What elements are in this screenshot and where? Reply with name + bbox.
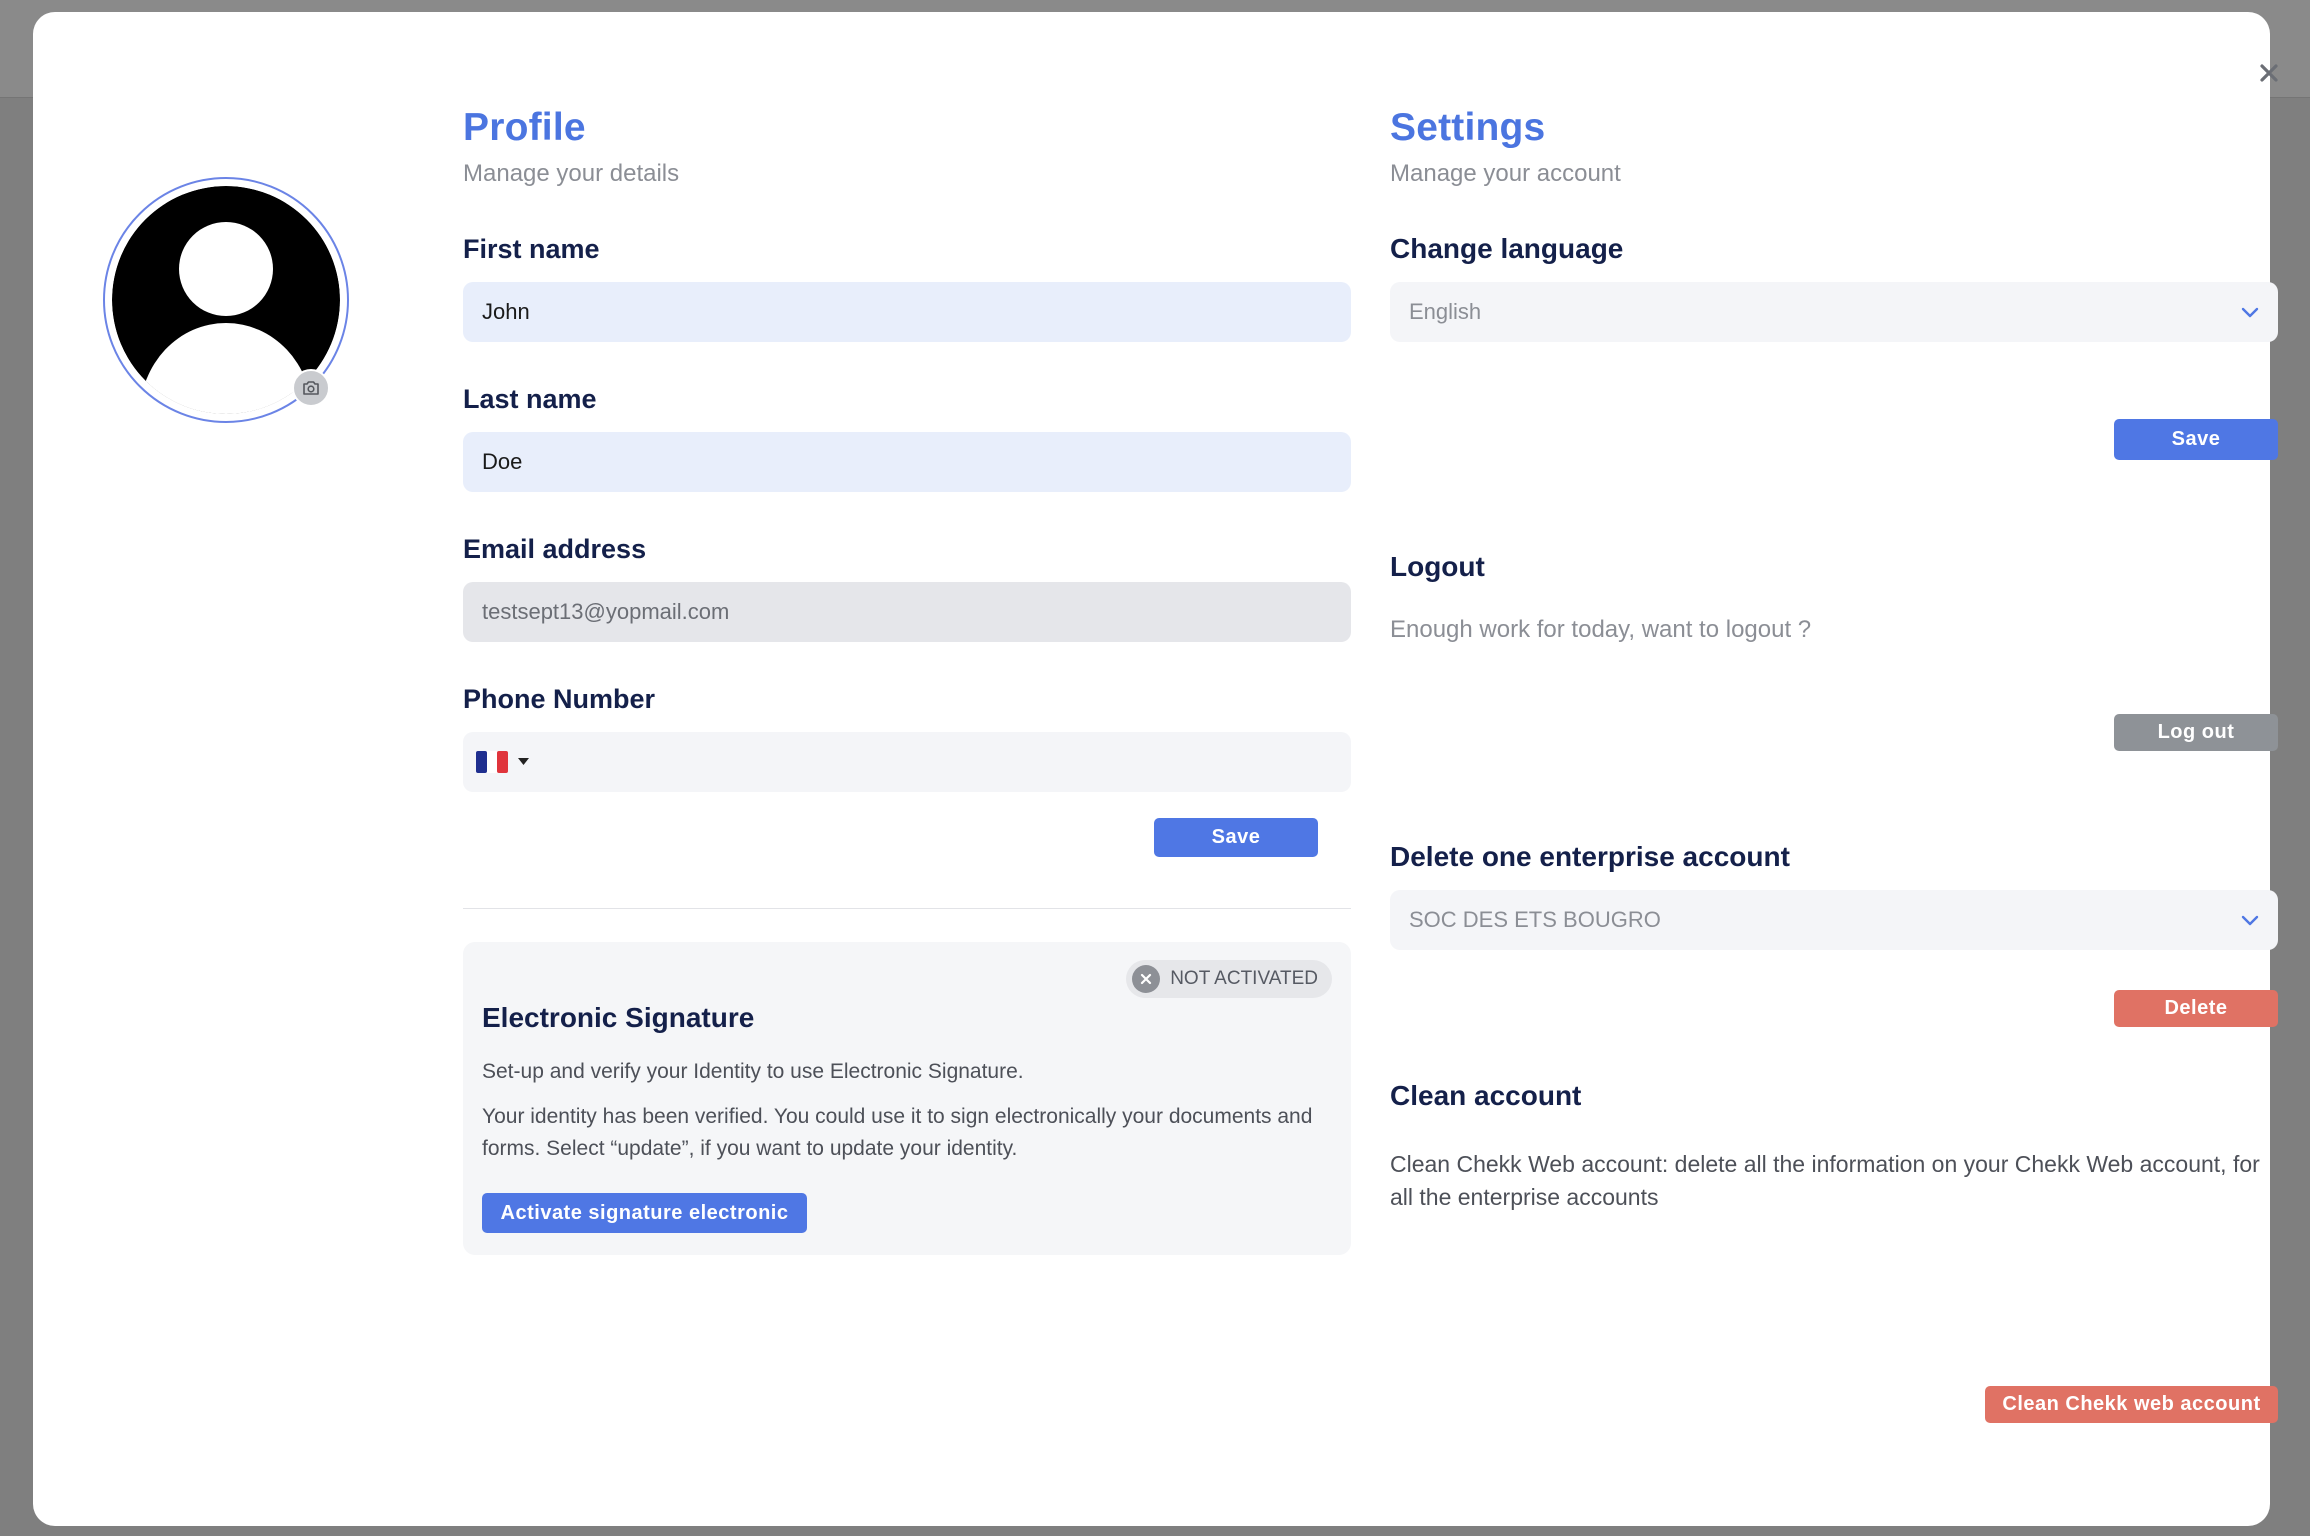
signature-title: Electronic Signature (482, 1002, 755, 1033)
chevron-down-icon (2241, 307, 2259, 317)
status-badge-label: NOT ACTIVATED (1170, 968, 1318, 989)
last-name-input[interactable]: Doe (463, 432, 1351, 492)
language-select[interactable]: English (1390, 282, 2278, 342)
clean-account-text: Clean Chekk Web account: delete all the … (1390, 1151, 2260, 1210)
chevron-down-icon (2241, 915, 2259, 925)
clean-account-title: Clean account (1390, 1080, 1582, 1111)
enterprise-select[interactable]: SOC DES ETS BOUGRO (1390, 890, 2278, 950)
camera-icon (303, 381, 319, 395)
delete-enterprise-title: Delete one enterprise account (1390, 841, 1790, 872)
profile-title: Profile (463, 106, 586, 149)
delete-enterprise-button[interactable]: Delete (2114, 990, 2278, 1027)
last-name-label: Last name (463, 384, 597, 414)
phone-input[interactable] (463, 732, 1351, 792)
signature-text-setup: Set-up and verify your Identity to use E… (482, 1060, 1024, 1083)
profile-subtitle: Manage your details (463, 160, 680, 187)
logout-title: Logout (1390, 551, 1485, 582)
settings-subtitle: Manage your account (1390, 160, 1621, 187)
settings-title: Settings (1390, 106, 1546, 149)
close-button[interactable] (2251, 55, 2287, 91)
x-circle-icon (1132, 965, 1161, 993)
change-photo-button[interactable] (292, 369, 330, 407)
phone-label: Phone Number (463, 684, 656, 714)
settings-section: Settings Manage your account (1390, 102, 2278, 190)
enterprise-select-value: SOC DES ETS BOUGRO (1409, 907, 1661, 932)
change-language-label: Change language (1390, 233, 1624, 264)
divider (463, 908, 1351, 909)
profile-settings-modal: Profile Manage your details First name J… (33, 12, 2278, 1526)
email-input: testsept13@yopmail.com (463, 582, 1351, 642)
first-name-input[interactable]: John (463, 282, 1351, 342)
electronic-signature-card: NOT ACTIVATED Electronic Signature Set-u… (463, 942, 1351, 1255)
logout-text: Enough work for today, want to logout ? (1390, 616, 1812, 643)
profile-save-button[interactable]: Save (1154, 818, 1318, 857)
email-label: Email address (463, 534, 647, 564)
clean-account-button[interactable]: Clean Chekk web account (1985, 1386, 2278, 1423)
profile-section: Profile Manage your details (463, 102, 1351, 190)
first-name-label: First name (463, 234, 600, 264)
activate-signature-button[interactable]: Activate signature electronic (482, 1193, 807, 1233)
logout-button[interactable]: Log out (2114, 714, 2278, 751)
caret-down-icon (518, 758, 529, 765)
close-icon (2260, 64, 2278, 82)
avatar (103, 177, 349, 423)
language-save-button[interactable]: Save (2114, 419, 2278, 460)
status-badge: NOT ACTIVATED (1126, 960, 1332, 998)
country-selector[interactable] (476, 751, 529, 773)
signature-text-verified: Your identity has been verified. You cou… (482, 1105, 1313, 1160)
flag-france-icon (476, 751, 508, 773)
language-select-value: English (1409, 299, 1482, 324)
